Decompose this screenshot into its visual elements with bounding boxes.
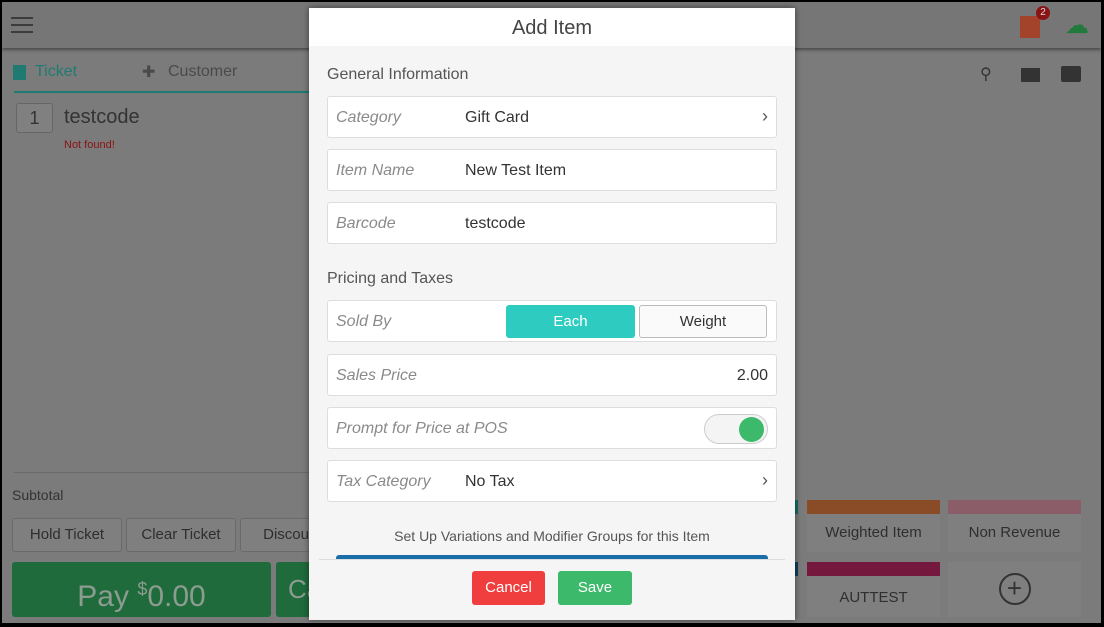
pricing-taxes-header: Pricing and Taxes — [327, 270, 453, 287]
ticket-icon — [13, 65, 26, 80]
pay-currency: $ — [137, 579, 148, 599]
add-customer-icon: ✚ — [142, 64, 156, 81]
search-icon[interactable]: ⚲ — [980, 64, 992, 84]
sold-by-weight-button[interactable]: Weight — [639, 305, 767, 338]
barcode-icon[interactable] — [1021, 68, 1040, 82]
not-found-error: Not found! — [64, 139, 115, 151]
tab-underline — [14, 91, 312, 93]
notification-badge: 2 — [1036, 6, 1050, 20]
dialog-title: Add Item — [309, 8, 795, 46]
chevron-right-icon: › — [762, 106, 768, 126]
quantity-box[interactable]: 1 — [16, 103, 53, 133]
general-information-header: General Information — [327, 66, 469, 83]
tile-weighted-item[interactable]: Weighted Item — [807, 500, 940, 552]
discount-button[interactable]: Discou — [240, 518, 320, 552]
cancel-button[interactable]: Cancel — [472, 571, 545, 605]
clear-ticket-button[interactable]: Clear Ticket — [126, 518, 236, 552]
pay-label: Pay — [77, 580, 129, 613]
variations-text: Set Up Variations and Modifier Groups fo… — [394, 528, 710, 544]
save-button[interactable]: Save — [558, 571, 632, 605]
plus-circle-icon: + — [998, 573, 1031, 605]
sold-by-each-button[interactable]: Each — [506, 305, 635, 338]
tab-ticket[interactable]: Ticket — [35, 63, 77, 81]
ticket-item-name[interactable]: testcode — [64, 106, 140, 129]
camera-icon[interactable] — [1061, 66, 1081, 82]
pay-amount: 0.00 — [147, 580, 206, 613]
menu-icon[interactable] — [11, 17, 33, 33]
divider — [14, 472, 312, 473]
prompt-price-toggle[interactable] — [704, 414, 768, 444]
receipt-icon[interactable] — [1020, 16, 1040, 38]
add-tile-button[interactable]: + — [948, 562, 1081, 617]
sold-by-field: Sold By Each Weight — [327, 300, 777, 342]
tab-customer[interactable]: Customer — [168, 63, 237, 81]
sales-price-field[interactable]: Sales Price 2.00 — [327, 354, 777, 396]
subtotal-label: Subtotal — [12, 487, 64, 503]
category-field[interactable]: Category Gift Card › — [327, 96, 777, 138]
prompt-price-field: Prompt for Price at POS — [327, 407, 777, 449]
tile-auttest[interactable]: AUTTEST — [807, 562, 940, 617]
barcode-field[interactable]: Barcode testcode — [327, 202, 777, 244]
tile-non-revenue[interactable]: Non Revenue — [948, 500, 1081, 552]
tax-category-field[interactable]: Tax Category No Tax › — [327, 460, 777, 502]
footer-divider — [319, 559, 785, 560]
cloud-icon[interactable]: ☁ — [1065, 14, 1089, 38]
add-item-dialog: Add Item General Information Category Gif… — [309, 8, 795, 620]
pay-button[interactable]: Pay $0.00 — [12, 562, 271, 617]
item-name-field[interactable]: Item Name New Test Item — [327, 149, 777, 191]
chevron-right-icon: › — [762, 470, 768, 490]
hold-ticket-button[interactable]: Hold Ticket — [12, 518, 122, 552]
